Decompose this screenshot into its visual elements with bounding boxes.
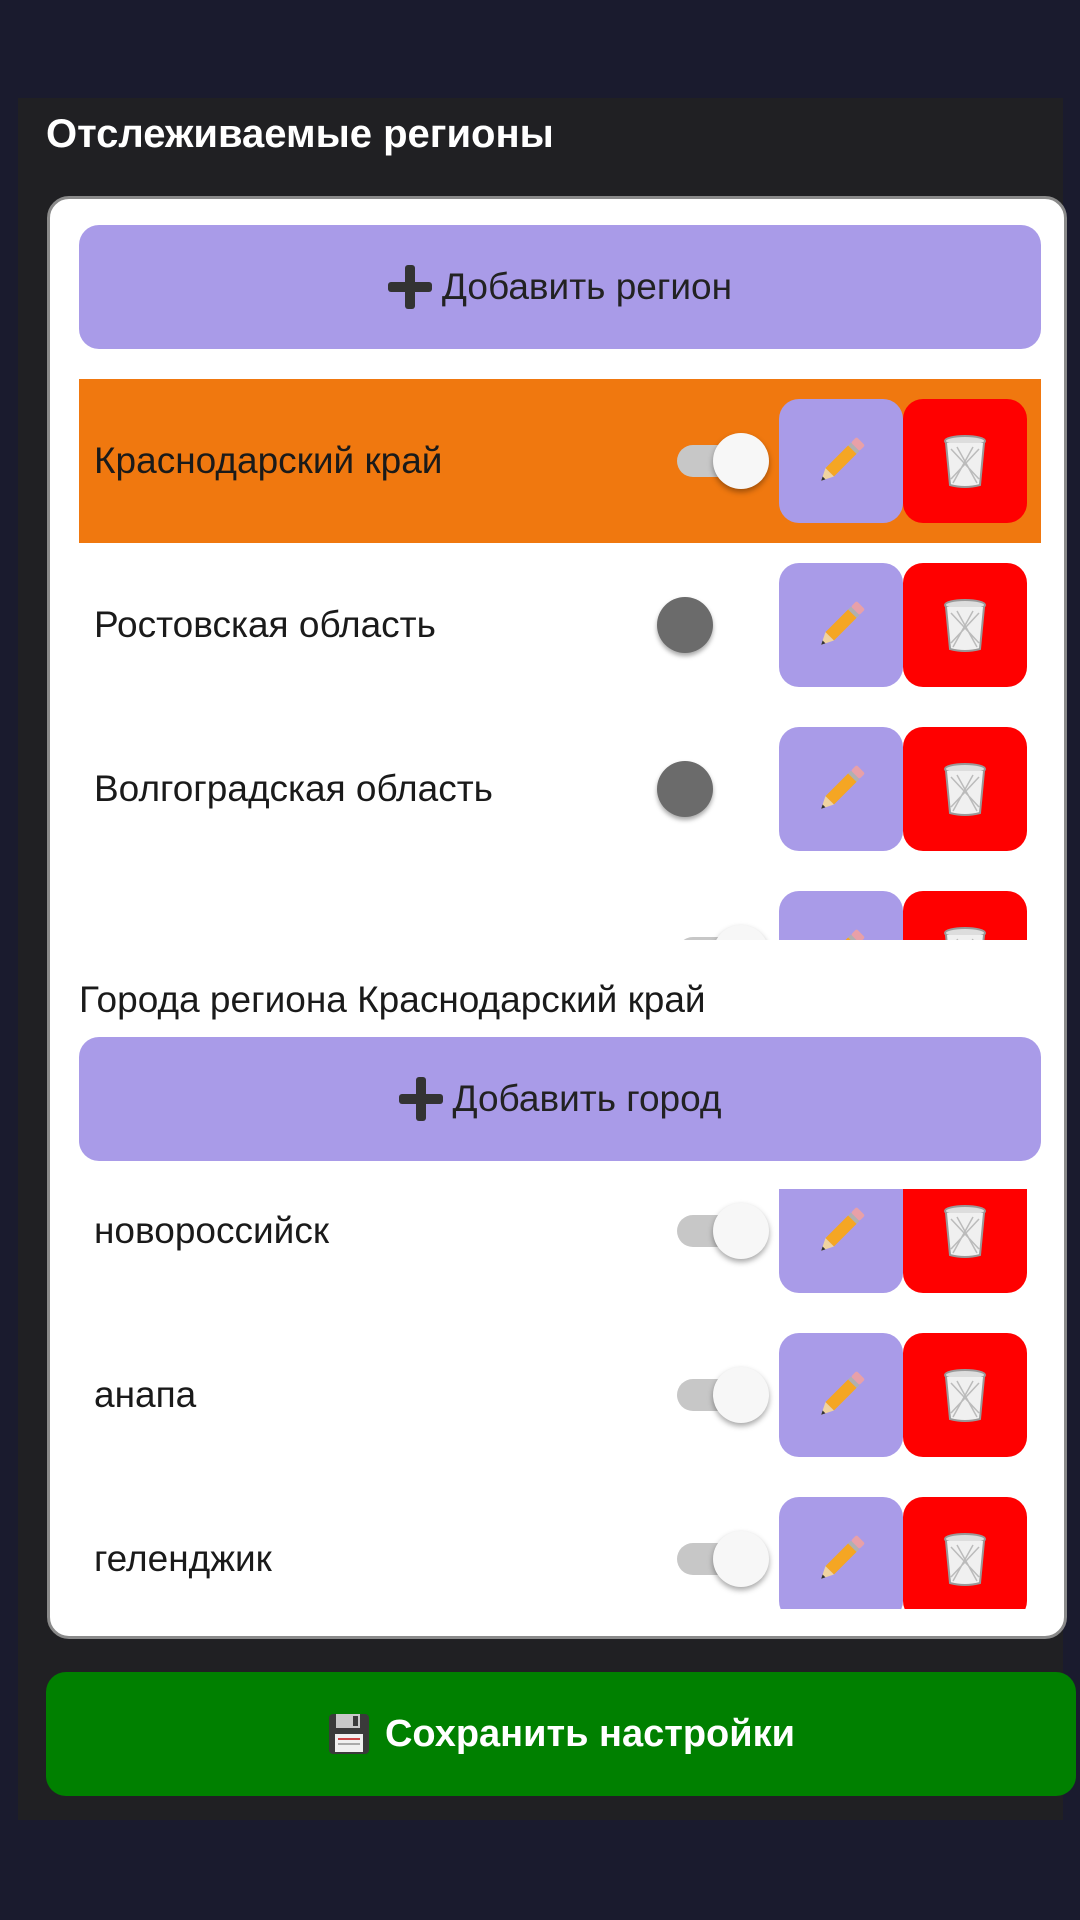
region-label: Краснодарский край bbox=[94, 440, 443, 481]
region-toggle[interactable] bbox=[677, 925, 769, 940]
edit-region-button[interactable] bbox=[779, 727, 903, 851]
pencil-icon bbox=[821, 1535, 865, 1579]
city-row[interactable]: анапа bbox=[79, 1313, 1041, 1477]
city-row[interactable]: новороссийск bbox=[79, 1189, 1041, 1313]
pencil-icon bbox=[821, 601, 865, 645]
pencil-icon bbox=[821, 1207, 865, 1251]
region-toggle[interactable] bbox=[657, 761, 761, 817]
delete-region-button[interactable] bbox=[903, 399, 1027, 523]
delete-region-button[interactable] bbox=[903, 563, 1027, 687]
cities-list[interactable]: новороссийск анапа геленджик bbox=[79, 1189, 1041, 1609]
edit-city-button[interactable] bbox=[779, 1333, 903, 1457]
add-city-button[interactable]: Добавить город bbox=[79, 1037, 1041, 1161]
region-toggle[interactable] bbox=[677, 433, 769, 489]
city-toggle[interactable] bbox=[677, 1203, 769, 1259]
pencil-icon bbox=[825, 929, 865, 940]
save-settings-button[interactable]: Сохранить настройки bbox=[46, 1672, 1076, 1796]
regions-list[interactable]: Краснодарский край Ростовская область Во… bbox=[79, 379, 1041, 940]
delete-city-button[interactable] bbox=[903, 1497, 1027, 1609]
cities-section-title: Города региона Краснодарский край bbox=[79, 979, 706, 1020]
edit-region-button[interactable] bbox=[779, 563, 903, 687]
section-title: Отслеживаемые регионы bbox=[46, 112, 554, 156]
trash-icon bbox=[944, 435, 986, 488]
delete-region-button[interactable] bbox=[903, 727, 1027, 851]
edit-region-button[interactable] bbox=[779, 891, 903, 940]
trash-icon bbox=[944, 927, 986, 940]
edit-region-button[interactable] bbox=[779, 399, 903, 523]
plus-icon bbox=[398, 1077, 443, 1121]
region-row[interactable]: Краснодарский край bbox=[79, 379, 1041, 543]
delete-city-button[interactable] bbox=[903, 1333, 1027, 1457]
edit-city-button[interactable] bbox=[779, 1497, 903, 1609]
city-label: анапа bbox=[94, 1374, 197, 1415]
city-row[interactable]: геленджик bbox=[79, 1477, 1041, 1609]
add-region-button[interactable]: Добавить регион bbox=[79, 225, 1041, 349]
pencil-icon bbox=[821, 437, 865, 481]
region-label: Волгоградская область bbox=[94, 768, 493, 809]
region-row[interactable] bbox=[79, 871, 1041, 940]
trash-icon bbox=[944, 599, 986, 652]
trash-icon bbox=[944, 1205, 986, 1258]
city-toggle[interactable] bbox=[677, 1531, 769, 1587]
pencil-icon bbox=[821, 765, 865, 809]
region-label: Ростовская область bbox=[94, 604, 436, 645]
edit-city-button[interactable] bbox=[779, 1189, 903, 1293]
delete-city-button[interactable] bbox=[903, 1189, 1027, 1293]
trash-icon bbox=[944, 1369, 986, 1422]
pencil-icon bbox=[821, 1371, 865, 1415]
save-settings-label: Сохранить настройки bbox=[384, 1712, 796, 1755]
city-label: геленджик bbox=[94, 1538, 272, 1579]
trash-icon bbox=[944, 1533, 986, 1586]
region-row[interactable]: Волгоградская область bbox=[79, 707, 1041, 871]
region-row[interactable]: Ростовская область bbox=[79, 543, 1041, 707]
floppy-disk-icon bbox=[328, 1714, 369, 1754]
trash-icon bbox=[944, 763, 986, 816]
add-city-label: Добавить город bbox=[452, 1078, 722, 1119]
delete-region-button[interactable] bbox=[903, 891, 1027, 940]
city-toggle[interactable] bbox=[677, 1367, 769, 1423]
regions-card: Добавить регион Краснодарский край Росто… bbox=[47, 196, 1067, 1639]
region-toggle[interactable] bbox=[657, 597, 761, 653]
add-region-label: Добавить регион bbox=[441, 266, 733, 307]
plus-icon bbox=[387, 265, 432, 309]
city-label: новороссийск bbox=[94, 1210, 330, 1251]
